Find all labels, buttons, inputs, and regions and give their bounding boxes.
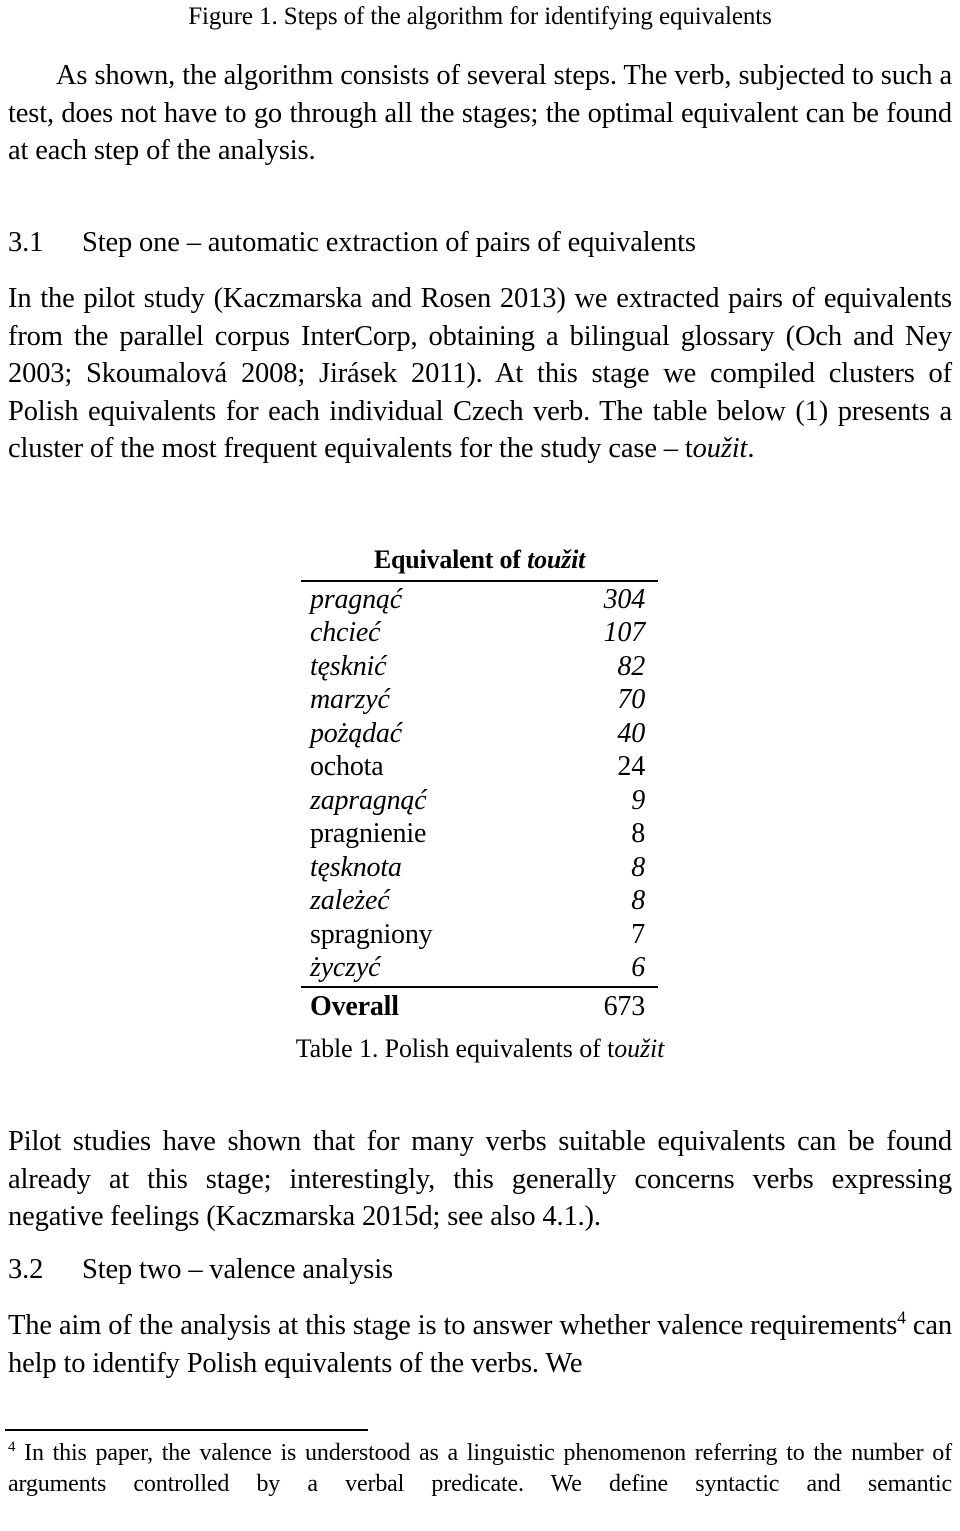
- section-3-1-body-tail: .: [747, 433, 755, 464]
- table-cell-frequency: 40: [617, 717, 645, 749]
- table-cell-equivalent: tęsknić: [310, 650, 387, 682]
- table-total-row: Overall 673: [301, 986, 658, 1023]
- intro-paragraph-text: As shown, the algorithm consists of seve…: [8, 60, 952, 166]
- table-cell-equivalent: pragnąć: [310, 583, 402, 615]
- table-row: spragniony 7: [301, 917, 658, 951]
- section-3-2-body-text: The aim of the analysis at this stage is…: [8, 1310, 898, 1341]
- table-row: zapragnąć 9: [301, 783, 658, 817]
- table-cell-equivalent: pragnienie: [310, 818, 427, 849]
- section-3-1-body-text: In the pilot study (Kaczmarska and Rosen…: [8, 283, 952, 464]
- table-cell-frequency: 304: [603, 583, 646, 615]
- table-cell-frequency: 8: [631, 818, 645, 849]
- table-header-term: toužit: [527, 545, 586, 574]
- equivalents-table: Equivalent of toužit pragnąć 304 chcieć 107…: [301, 543, 658, 1023]
- section-title-3-2: Step two – valence analysis: [82, 1254, 393, 1285]
- table-cell-frequency: 7: [631, 918, 645, 950]
- table-header-prefix: Equivalent of: [373, 545, 528, 574]
- table-cell-frequency: 8: [631, 885, 645, 916]
- figure-caption: Figure 1. Steps of the algorithm for ide…: [188, 3, 772, 30]
- table-total-value: 673: [553, 986, 658, 1023]
- pilot-studies-text: Pilot studies have shown that for many v…: [8, 1126, 952, 1232]
- table-row: chcieć 107: [301, 616, 658, 650]
- table-cell-frequency: 6: [631, 952, 645, 983]
- table-row: zależeć 8: [301, 884, 658, 918]
- table-total-label: Overall: [301, 986, 554, 1023]
- table-row: pragnienie 8: [301, 817, 658, 851]
- section-number-3-1: 3.1: [8, 227, 44, 258]
- table-cell-equivalent: zależeć: [310, 885, 390, 916]
- table-cell-frequency: 70: [617, 684, 645, 715]
- equivalents-table-grid: Equivalent of toužit pragnąć 304 chcieć 107…: [301, 543, 658, 1023]
- section-heading-3-2: 3.2 Step two – valence analysis: [8, 1252, 952, 1288]
- table-cell-frequency: 8: [631, 851, 645, 883]
- table-row: marzyć 70: [301, 683, 658, 717]
- pilot-studies-paragraph: Pilot studies have shown that for many v…: [8, 1123, 952, 1236]
- table-cell-frequency: 82: [617, 650, 645, 682]
- table-caption-term: oužit: [614, 1034, 665, 1063]
- table-caption-prefix: Table 1. Polish equivalents of t: [295, 1034, 615, 1063]
- section-number-3-2: 3.2: [8, 1254, 44, 1285]
- table-cell-equivalent: tęsknota: [310, 851, 402, 883]
- table-cell-equivalent: marzyć: [310, 684, 390, 715]
- table-cell-equivalent: życzyć: [310, 952, 381, 983]
- section-title-3-1: Step one – automatic extraction of pairs…: [82, 227, 696, 258]
- document-page: Figure 1. Steps of the algorithm for ide…: [0, 0, 960, 1506]
- equivalents-table-body: pragnąć 304 chcieć 107 tęsknić 82 marzyć 70 pożą…: [301, 581, 658, 1023]
- table-cell-equivalent: pożądać: [310, 717, 402, 749]
- table-row: pragnąć 304: [301, 581, 658, 616]
- equivalents-table-head: Equivalent of toužit: [301, 543, 658, 582]
- footnote-4: 4 In this paper, the valence is understo…: [8, 1438, 952, 1531]
- study-case-term: oužit: [692, 433, 748, 464]
- footnote-separator-rule: [5, 1429, 368, 1431]
- table-cell-frequency: 9: [631, 784, 645, 816]
- table-cell-frequency: 107: [603, 617, 646, 648]
- footnote-reference-marker[interactable]: 4: [897, 1308, 906, 1328]
- intro-paragraph: As shown, the algorithm consists of seve…: [8, 57, 952, 170]
- footnote-text: In this paper, the valence is understood…: [8, 1440, 952, 1497]
- table-caption: Table 1. Polish equivalents of toužit: [0, 1034, 960, 1064]
- table-row: tęsknić 82: [301, 649, 658, 683]
- table-row: pożądać 40: [301, 716, 658, 750]
- table-header-row: Equivalent of toužit: [301, 543, 658, 582]
- section-3-2-body: The aim of the analysis at this stage is…: [8, 1307, 952, 1382]
- table-cell-equivalent: zapragnąć: [310, 784, 427, 816]
- footnote-marker: 4: [8, 1439, 16, 1455]
- table-row: ochota 24: [301, 750, 658, 784]
- table-cell-frequency: 24: [617, 751, 645, 782]
- table-cell-equivalent: spragniony: [310, 918, 433, 950]
- table-row: tęsknota 8: [301, 850, 658, 884]
- section-3-1-body: In the pilot study (Kaczmarska and Rosen…: [8, 280, 952, 468]
- table-cell-equivalent: chcieć: [310, 617, 381, 648]
- section-heading-3-1: 3.1 Step one – automatic extraction of pa…: [8, 225, 952, 261]
- table-header-cell: Equivalent of toužit: [301, 543, 658, 582]
- table-row: życzyć 6: [301, 951, 658, 988]
- table-cell-equivalent: ochota: [310, 751, 384, 782]
